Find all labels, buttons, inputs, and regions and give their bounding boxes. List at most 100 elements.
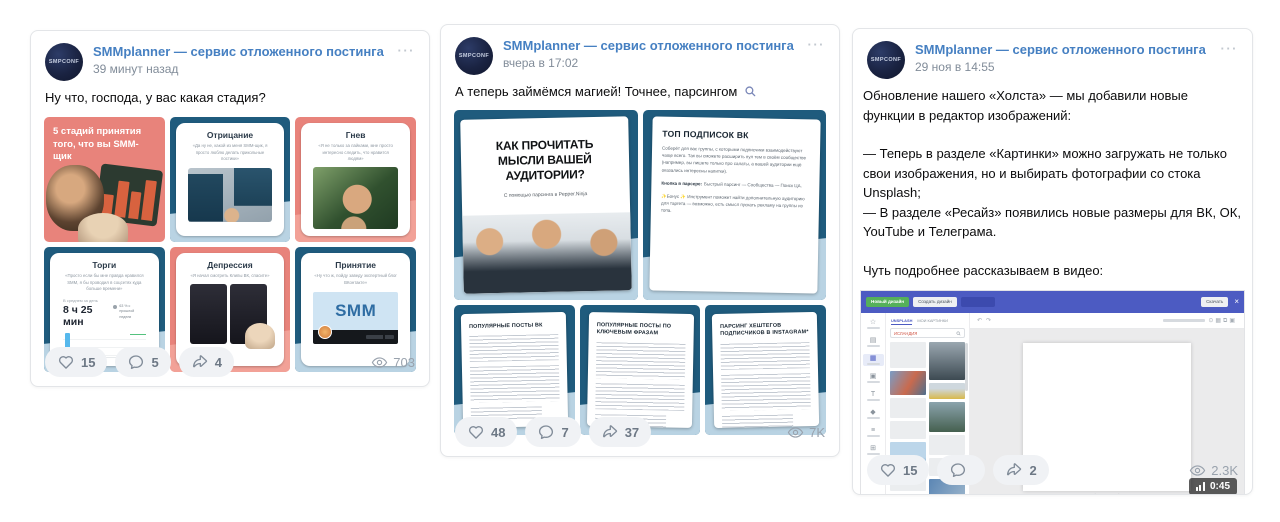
post-text: Обновление нашего «Холста» — мы добавили… (853, 79, 1252, 280)
like-button[interactable]: 15 (867, 455, 930, 485)
three-men-photo (462, 212, 632, 294)
views-count: 2.3K (1211, 462, 1238, 478)
toolbar-text-placeholder (1163, 319, 1206, 322)
post-header: SMPCONF SMMplanner — сервис отложенного … (441, 25, 839, 75)
vk-post-2: SMPCONF SMMplanner — сервис отложенного … (440, 24, 840, 457)
eye-icon (1190, 464, 1206, 476)
community-avatar[interactable]: SMPCONF (867, 41, 905, 79)
like-count: 15 (81, 354, 96, 370)
post-timestamp[interactable]: 39 минут назад (93, 62, 384, 76)
post-header-text: SMMplanner — сервис отложенного постинга… (93, 43, 384, 76)
post-header-text: SMMplanner — сервис отложенного постинга… (915, 41, 1206, 74)
sidebar-elements-icon: ◆ (863, 408, 884, 420)
vk-post-3: SMPCONF SMMplanner — сервис отложенного … (852, 28, 1253, 495)
comment-button[interactable] (937, 455, 986, 485)
stage-quote: «Я начал смотреть Клипы ВК, спасите» (190, 272, 270, 278)
post-menu-button[interactable]: ··· (398, 43, 416, 58)
text-lines-placeholder (720, 341, 810, 370)
post-paragraph: Обновление нашего «Холста» — мы добавили… (863, 88, 1188, 123)
slide-tile-key-phrases[interactable]: ПОПУЛЯРНЫЕ ПОСТЫ ПО КЛЮЧЕВЫМ ФРАЗАМ (579, 304, 701, 435)
heart-icon (58, 356, 74, 369)
text-lines-placeholder (721, 372, 811, 411)
slide-card: ПОПУЛЯРНЫЕ ПОСТЫ ВК (460, 311, 568, 428)
community-name-link[interactable]: SMMplanner — сервис отложенного постинга (503, 38, 794, 54)
post-image-grid: 5 стадий принятия того, что вы SMM-щик О… (44, 116, 416, 372)
comment-button[interactable]: 7 (525, 417, 581, 447)
heart-icon (468, 426, 484, 439)
sidebar-background-icon: ▣ (863, 372, 884, 384)
screen-time-value: 8 ч 25 мин (63, 303, 93, 328)
sidebar-layers-icon: ≡ (863, 426, 884, 438)
share-icon (1007, 463, 1022, 476)
like-button[interactable]: 15 (45, 347, 108, 377)
slide-title: ТОП ПОДПИСОК ВК (661, 128, 749, 141)
share-button[interactable]: 4 (178, 347, 234, 377)
office-photo (187, 167, 273, 222)
toolbar-icons: ⊙▦⧉▣ (1208, 317, 1237, 324)
slide-tile-cover[interactable]: КАК ПРОЧИТАТЬ МЫСЛИ ВАШЕЙ АУДИТОРИИ? С п… (454, 109, 638, 300)
close-icon: × (1234, 297, 1239, 306)
slide-paragraph: ✨Бонус ✨ Инструмент поможет найти дополн… (660, 193, 805, 213)
community-avatar[interactable]: SMPCONF (455, 37, 493, 75)
slide-tile-popular-posts[interactable]: ПОПУЛЯРНЫЕ ПОСТЫ ВК (454, 304, 575, 435)
text-lines-placeholder (594, 382, 685, 411)
community-name-link[interactable]: SMMplanner — сервис отложенного постинга (915, 42, 1206, 58)
vk-post-1: SMPCONF SMMplanner — сервис отложенного … (30, 30, 430, 387)
avatar-label: SMPCONF (48, 59, 80, 65)
slide-card: ТОП ПОДПИСОК ВК Соберёт для вас группы, … (648, 116, 820, 294)
old-man-photo (78, 212, 128, 242)
create-design-button: Создать дизайн (913, 296, 957, 308)
community-name-link[interactable]: SMMplanner — сервис отложенного постинга (93, 44, 384, 60)
text-lines-placeholder (469, 365, 560, 404)
vk-feed: SMPCONF SMMplanner — сервис отложенного … (0, 0, 1280, 522)
stage-quote: «Ну что ж, пойду заведу экспертный блог … (314, 272, 397, 285)
download-button: Скачать (1201, 296, 1229, 308)
old-man-photo (245, 322, 276, 349)
tab-my-images: МОИ КАРТИНКИ (917, 318, 948, 323)
photo-tile-anger[interactable]: Гнев «Я не только за лайками, мне просто… (295, 116, 416, 242)
comment-count: 7 (561, 424, 569, 440)
comment-icon (951, 463, 966, 478)
share-button[interactable]: 2 (993, 455, 1049, 485)
photo-tile-cover[interactable]: 5 стадий принятия того, что вы SMM-щик (44, 116, 165, 242)
comment-icon (129, 355, 144, 370)
post-menu-button[interactable]: ··· (1221, 41, 1239, 56)
avatar-label: SMPCONF (870, 57, 902, 63)
share-button[interactable]: 37 (588, 417, 652, 447)
slide-title: КАК ПРОЧИТАТЬ МЫСЛИ ВАШЕЙ АУДИТОРИИ? (495, 136, 594, 183)
zoom-in-icon: ⊕ (1116, 493, 1121, 494)
text-lines-placeholder (469, 334, 559, 363)
post-paragraph: — В разделе «Ресайз» появились новые раз… (863, 204, 1241, 240)
post-menu-button[interactable]: ··· (808, 37, 826, 52)
share-count: 4 (214, 354, 222, 370)
post-header-text: SMMplanner — сервис отложенного постинга… (503, 37, 794, 70)
eye-icon (787, 426, 804, 438)
post-image-grid-top: КАК ПРОЧИТАТЬ МЫСЛИ ВАШЕЙ АУДИТОРИИ? С п… (454, 109, 826, 300)
like-button[interactable]: 48 (455, 417, 518, 447)
stage-quote: «Я не только за лайками, мне просто инте… (318, 142, 393, 162)
slide-tile-top-subscriptions[interactable]: ТОП ПОДПИСОК ВК Соберёт для вас группы, … (642, 109, 826, 300)
search-icon (956, 331, 961, 335)
post-text-body: А теперь займёмся магией! Точнее, парсин… (455, 84, 738, 99)
stage-title: Отрицание (206, 129, 254, 140)
eye-icon (372, 356, 388, 368)
photo-tile-denial[interactable]: Отрицание «Да ну не, какой из меня SMM-щ… (169, 116, 291, 242)
sidebar-templates-icon: ▤ (863, 336, 884, 348)
post-timestamp[interactable]: вчера в 17:02 (503, 56, 794, 70)
cover-title: 5 стадий принятия того, что вы SMM-щик (53, 125, 142, 163)
undo-icon: ↶ (977, 318, 983, 324)
stage-quote: «Да ну не, какой из меня SMM-щик, я прос… (192, 142, 268, 162)
community-avatar[interactable]: SMPCONF (45, 43, 83, 81)
post-timestamp[interactable]: 29 ноя в 14:55 (915, 60, 1206, 74)
tab-unsplash: UNSPLASH (891, 318, 913, 325)
slide-label: Кнопка в парсере: (660, 180, 702, 186)
post-actions: 15 2 2.3K (867, 455, 1238, 485)
zoom-level: 50% (1102, 494, 1112, 495)
comment-button[interactable]: 5 (115, 347, 171, 377)
phone-screens-photo (189, 283, 276, 349)
cover-photo (44, 163, 165, 242)
zoom-out-icon: ⊖ (1093, 493, 1098, 494)
views-counter: 7K (787, 424, 825, 441)
like-count: 15 (903, 462, 918, 478)
slide-tile-hashtags[interactable]: ПАРСИНГ ХЕШТЕГОВ ПОДПИСЧИКОВ В INSTAGRAM… (705, 304, 826, 435)
